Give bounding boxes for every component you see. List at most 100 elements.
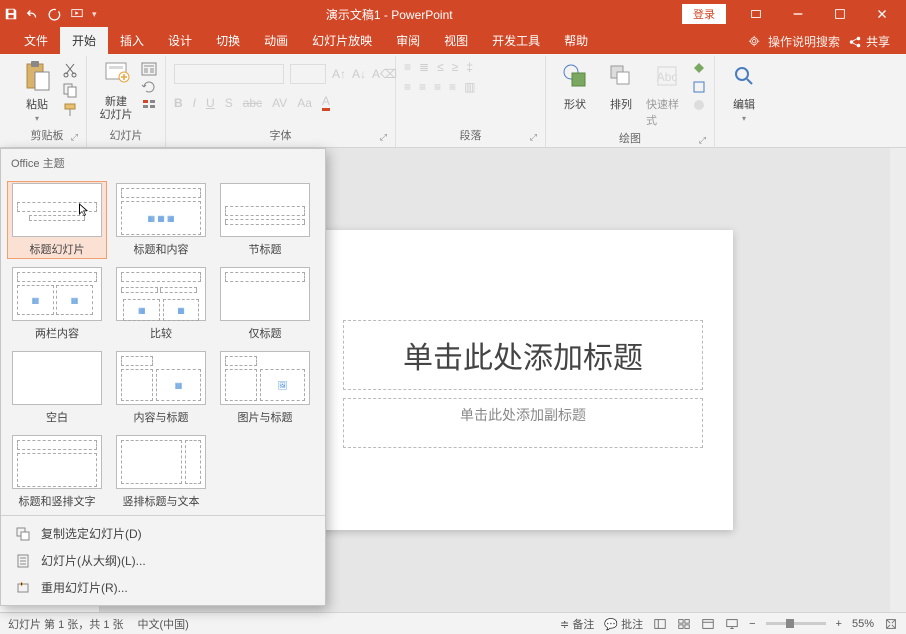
bullets-icon[interactable]: ≡ [404, 60, 411, 74]
change-case-icon[interactable]: Aa [297, 96, 312, 110]
decrease-indent-icon[interactable]: ≤ [437, 60, 444, 74]
ribbon-display-icon[interactable] [736, 2, 776, 26]
slide[interactable]: 单击此处添加标题 单击此处添加副标题 [313, 230, 733, 530]
clipboard-launcher-icon[interactable]: ⤢ [71, 132, 78, 143]
zoom-in-button[interactable]: + [836, 618, 842, 630]
tab-animations[interactable]: 动画 [252, 27, 300, 54]
arrange-icon [608, 63, 634, 89]
slide-counter[interactable]: 幻灯片 第 1 张，共 1 张 [8, 616, 124, 632]
font-size-combo[interactable] [290, 64, 326, 84]
paragraph-launcher-icon[interactable]: ⤢ [530, 132, 537, 143]
clear-formatting-icon[interactable]: A⌫ [372, 67, 397, 81]
layout-content-with-caption[interactable]: ▦ 内容与标题 [111, 349, 211, 427]
section-icon[interactable] [141, 98, 157, 112]
shadow-button[interactable]: S [225, 96, 233, 110]
layout-title-only[interactable]: 仅标题 [215, 265, 315, 343]
tab-home[interactable]: 开始 [60, 27, 108, 54]
cut-icon[interactable] [62, 62, 78, 78]
decrease-font-icon[interactable]: A↓ [352, 67, 366, 81]
tab-file[interactable]: 文件 [12, 27, 60, 54]
drawing-launcher-icon[interactable]: ⤢ [699, 135, 706, 146]
bold-button[interactable]: B [174, 96, 183, 110]
layout-title-slide[interactable]: 标题幻灯片 [7, 181, 107, 259]
increase-indent-icon[interactable]: ≥ [452, 60, 459, 74]
tab-help[interactable]: 帮助 [552, 27, 600, 54]
line-spacing-icon[interactable]: ‡ [466, 60, 473, 74]
fit-to-window-icon[interactable] [884, 617, 898, 631]
zoom-level[interactable]: 55% [852, 618, 874, 630]
align-center-icon[interactable]: ≡ [419, 80, 426, 94]
notes-button[interactable]: ≑ 备注 [560, 616, 594, 632]
align-left-icon[interactable]: ≡ [404, 80, 411, 94]
strikethrough-button[interactable]: abc [243, 96, 262, 110]
italic-button[interactable]: I [193, 96, 196, 110]
tab-developer[interactable]: 开发工具 [480, 27, 552, 54]
quick-styles-button[interactable]: Abc 快速样式 [646, 58, 688, 128]
reuse-icon [15, 580, 31, 596]
menu-reuse-slides[interactable]: 重用幻灯片(R)... [1, 574, 325, 601]
shape-effects-icon[interactable] [692, 98, 706, 112]
tab-transitions[interactable]: 切换 [204, 27, 252, 54]
reset-icon[interactable] [141, 80, 157, 94]
tab-slideshow[interactable]: 幻灯片放映 [300, 27, 384, 54]
minimize-icon[interactable] [778, 2, 818, 26]
layout-two-content[interactable]: ▦▦ 两栏内容 [7, 265, 107, 343]
tab-review[interactable]: 审阅 [384, 27, 432, 54]
subtitle-placeholder[interactable]: 单击此处添加副标题 [343, 398, 703, 448]
find-icon [733, 65, 755, 87]
layout-title-and-content[interactable]: ▦ ▦ ▦ 标题和内容 [111, 181, 211, 259]
layout-comparison[interactable]: ▦▦ 比较 [111, 265, 211, 343]
format-painter-icon[interactable] [62, 102, 78, 118]
sorter-view-icon[interactable] [677, 617, 691, 631]
qat-dropdown-icon[interactable]: ▾ [92, 9, 97, 20]
character-spacing-icon[interactable]: AV [272, 96, 287, 110]
editing-button[interactable]: 编辑 ▾ [723, 58, 765, 123]
shape-outline-icon[interactable] [692, 80, 706, 94]
comments-button[interactable]: 💬 批注 [604, 616, 643, 632]
tab-view[interactable]: 视图 [432, 27, 480, 54]
zoom-out-button[interactable]: − [749, 618, 755, 630]
tab-design[interactable]: 设计 [156, 27, 204, 54]
numbering-icon[interactable]: ≣ [419, 60, 429, 74]
zoom-slider[interactable] [766, 622, 826, 625]
justify-icon[interactable]: ≡ [449, 80, 456, 94]
layout-vertical-title-text[interactable]: 竖排标题与文本 [111, 433, 211, 511]
align-right-icon[interactable]: ≡ [434, 80, 441, 94]
shapes-button[interactable]: 形状 [554, 58, 596, 112]
layout-picture-with-caption[interactable]: 🖼 图片与标题 [215, 349, 315, 427]
login-button[interactable]: 登录 [682, 4, 726, 24]
layout-icon[interactable] [141, 62, 157, 76]
increase-font-icon[interactable]: A↑ [332, 67, 346, 81]
redo-icon[interactable] [48, 7, 62, 21]
layout-section-header[interactable]: 节标题 [215, 181, 315, 259]
reading-view-icon[interactable] [701, 617, 715, 631]
copy-icon[interactable] [62, 82, 78, 98]
maximize-icon[interactable] [820, 2, 860, 26]
shape-fill-icon[interactable] [692, 62, 706, 76]
start-from-beginning-icon[interactable] [70, 7, 84, 21]
duplicate-icon [15, 526, 31, 542]
underline-button[interactable]: U [206, 96, 215, 110]
font-color-icon[interactable]: A [322, 94, 330, 111]
close-icon[interactable] [862, 2, 902, 26]
normal-view-icon[interactable] [653, 617, 667, 631]
menu-duplicate-slides[interactable]: 复制选定幻灯片(D) [1, 520, 325, 547]
tab-insert[interactable]: 插入 [108, 27, 156, 54]
font-launcher-icon[interactable]: ⤢ [380, 132, 387, 143]
undo-icon[interactable] [26, 7, 40, 21]
save-icon[interactable] [4, 7, 18, 21]
tell-me-search[interactable]: 操作说明搜索 [748, 33, 840, 50]
layout-title-vertical-text[interactable]: 标题和竖排文字 [7, 433, 107, 511]
arrange-button[interactable]: 排列 [600, 58, 642, 112]
paste-button[interactable]: 粘贴 ▾ [16, 58, 58, 123]
columns-icon[interactable]: ▥ [464, 80, 475, 94]
font-family-combo[interactable] [174, 64, 284, 84]
share-button[interactable]: 共享 [848, 33, 890, 50]
language-status[interactable]: 中文(中国) [138, 616, 189, 632]
title-placeholder[interactable]: 单击此处添加标题 [343, 320, 703, 390]
new-slide-button[interactable]: 新建 幻灯片 [95, 58, 137, 122]
slideshow-view-icon[interactable] [725, 617, 739, 631]
layout-blank[interactable]: 空白 [7, 349, 107, 427]
menu-slides-from-outline[interactable]: 幻灯片(从大纲)(L)... [1, 547, 325, 574]
vertical-scrollbar[interactable] [890, 148, 906, 612]
